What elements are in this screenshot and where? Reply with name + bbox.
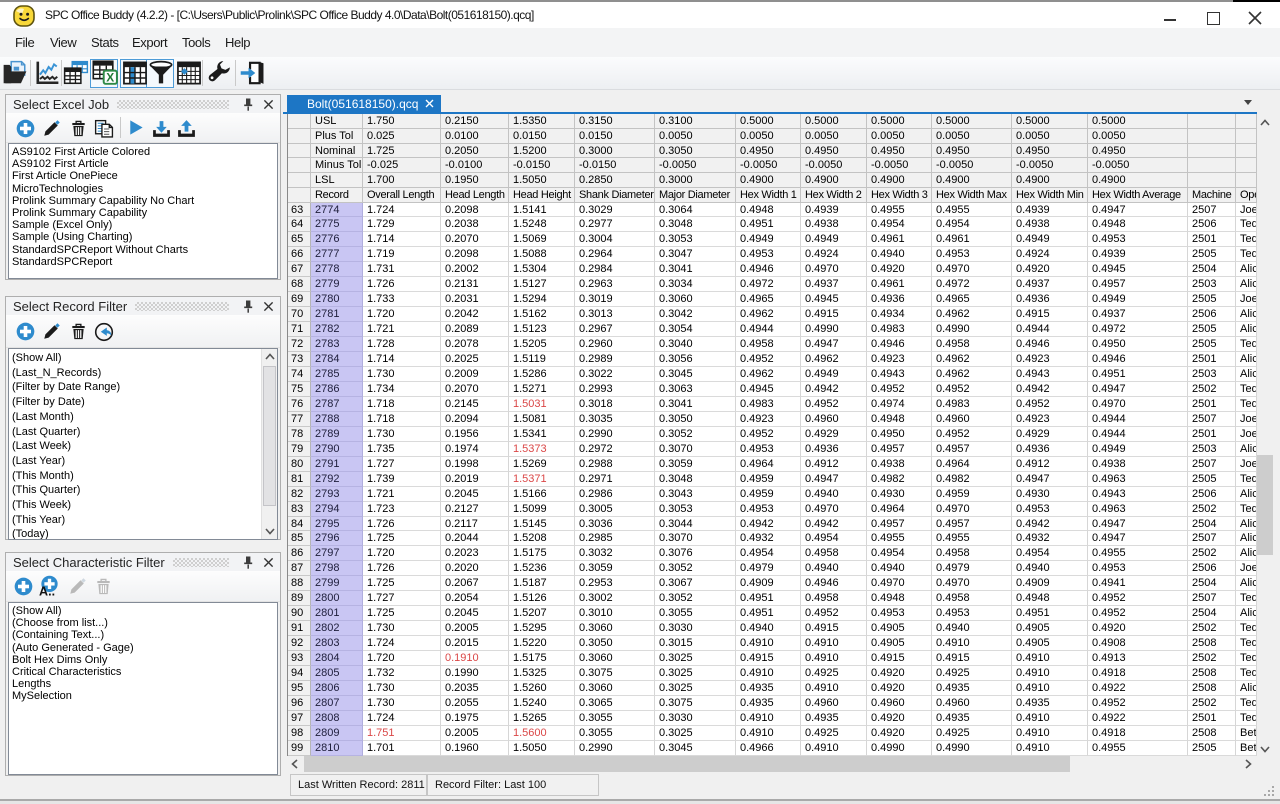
svg-text:X: X — [106, 70, 114, 84]
svg-text:A..: A.. — [39, 584, 55, 598]
